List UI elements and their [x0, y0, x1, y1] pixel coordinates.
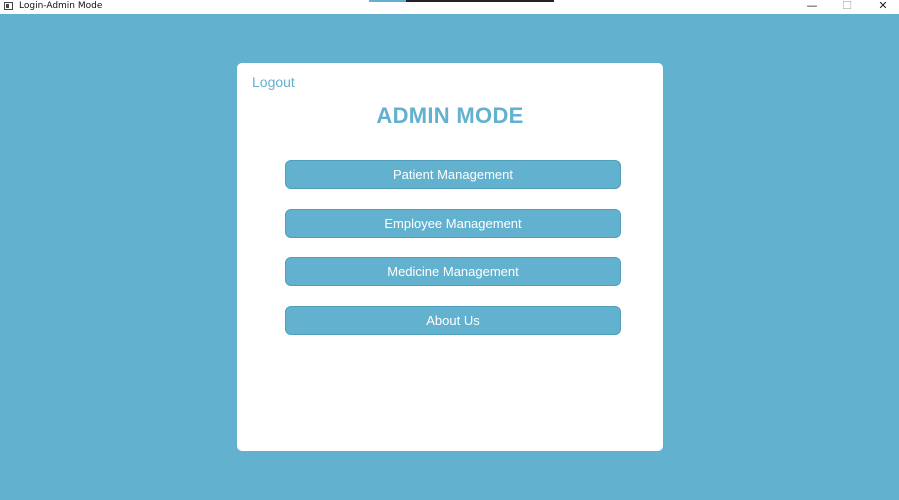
page-title: ADMIN MODE: [376, 103, 524, 128]
medicine-management-button[interactable]: Medicine Management: [285, 257, 621, 286]
about-us-button[interactable]: About Us: [285, 306, 621, 335]
logout-link[interactable]: Logout: [252, 74, 295, 90]
window-title: Login-Admin Mode: [19, 1, 103, 11]
admin-card: Logout ADMIN MODE Patient Management Emp…: [237, 63, 663, 451]
maximize-icon[interactable]: ☐: [832, 0, 862, 14]
minimize-icon[interactable]: —: [797, 0, 827, 14]
patient-management-button[interactable]: Patient Management: [285, 160, 621, 189]
titlebar-accent: [369, 0, 554, 2]
close-icon[interactable]: ✕: [868, 0, 898, 14]
window-titlebar: Login-Admin Mode — ☐ ✕: [0, 0, 899, 14]
employee-management-button[interactable]: Employee Management: [285, 209, 621, 238]
app-window-icon: [4, 2, 13, 10]
